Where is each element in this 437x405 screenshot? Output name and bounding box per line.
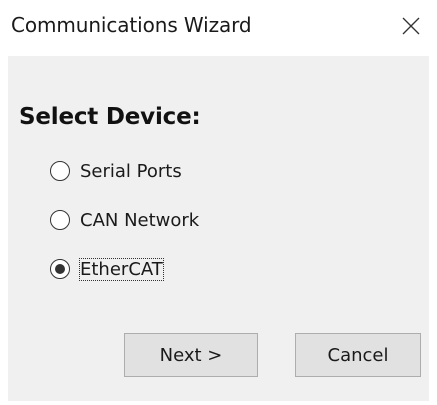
radio-button-icon[interactable] [50, 161, 70, 181]
window-title: Communications Wizard [11, 13, 252, 37]
radio-button-icon[interactable] [50, 210, 70, 230]
close-button[interactable] [385, 0, 437, 52]
close-icon [402, 17, 420, 35]
radio-ethercat[interactable]: EtherCAT [50, 255, 164, 283]
radio-selected-dot [55, 264, 65, 274]
radio-label: CAN Network [80, 209, 200, 231]
cancel-button[interactable]: Cancel [295, 333, 421, 377]
radio-button-selected-icon[interactable] [50, 259, 70, 279]
radio-label: EtherCAT [79, 257, 164, 281]
next-button[interactable]: Next > [124, 333, 258, 377]
wizard-window: Communications Wizard Select Device: Ser… [0, 0, 437, 405]
radio-can-network[interactable]: CAN Network [50, 206, 199, 234]
select-device-heading: Select Device: [19, 104, 201, 130]
dialog-body: Select Device: Serial Ports CAN Network … [8, 56, 429, 401]
radio-serial-ports[interactable]: Serial Ports [50, 157, 182, 185]
radio-label: Serial Ports [80, 160, 182, 182]
title-bar: Communications Wizard [0, 0, 437, 52]
